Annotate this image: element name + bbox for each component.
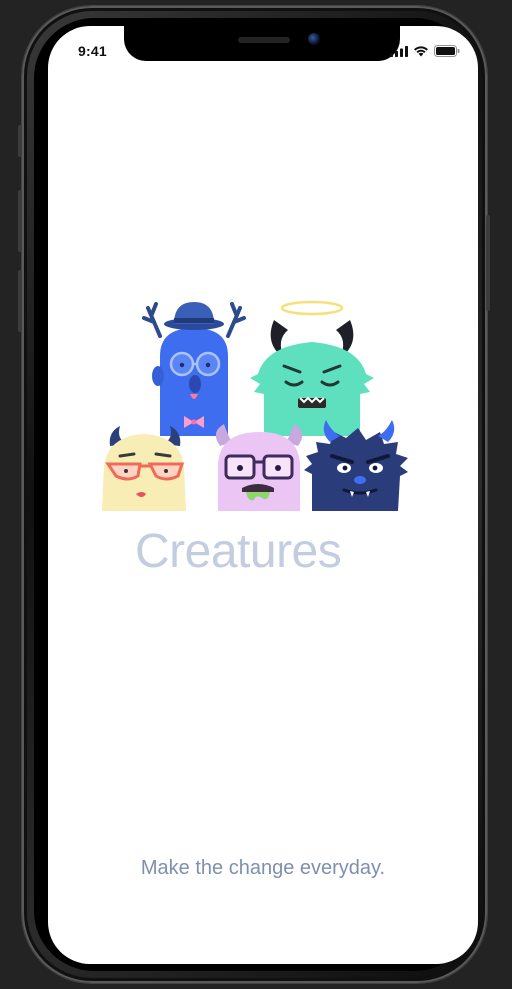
device-mockup: 9:41 Creatures Make the change everyday. bbox=[0, 0, 512, 989]
app-title: Creatures bbox=[135, 525, 342, 578]
status-time: 9:41 bbox=[78, 43, 107, 59]
front-camera bbox=[308, 33, 320, 45]
creatures-illustration bbox=[102, 300, 408, 511]
green-monster bbox=[250, 300, 374, 436]
volume-up-button bbox=[18, 190, 22, 252]
cellular-signal-icon bbox=[390, 45, 408, 57]
pink-monster bbox=[215, 424, 303, 511]
yellow-monster bbox=[102, 426, 186, 511]
tagline: Make the change everyday. bbox=[140, 857, 386, 879]
silent-switch bbox=[18, 125, 22, 157]
blue-monster bbox=[142, 302, 246, 436]
battery-icon bbox=[434, 45, 460, 57]
volume-down-button bbox=[18, 270, 22, 332]
wifi-icon bbox=[414, 46, 428, 57]
app-screen: 9:41 Creatures Make the change everyday. bbox=[48, 26, 478, 964]
power-button bbox=[486, 215, 490, 311]
status-icons bbox=[390, 45, 460, 57]
earpiece-speaker bbox=[238, 37, 290, 43]
notch bbox=[124, 26, 400, 61]
